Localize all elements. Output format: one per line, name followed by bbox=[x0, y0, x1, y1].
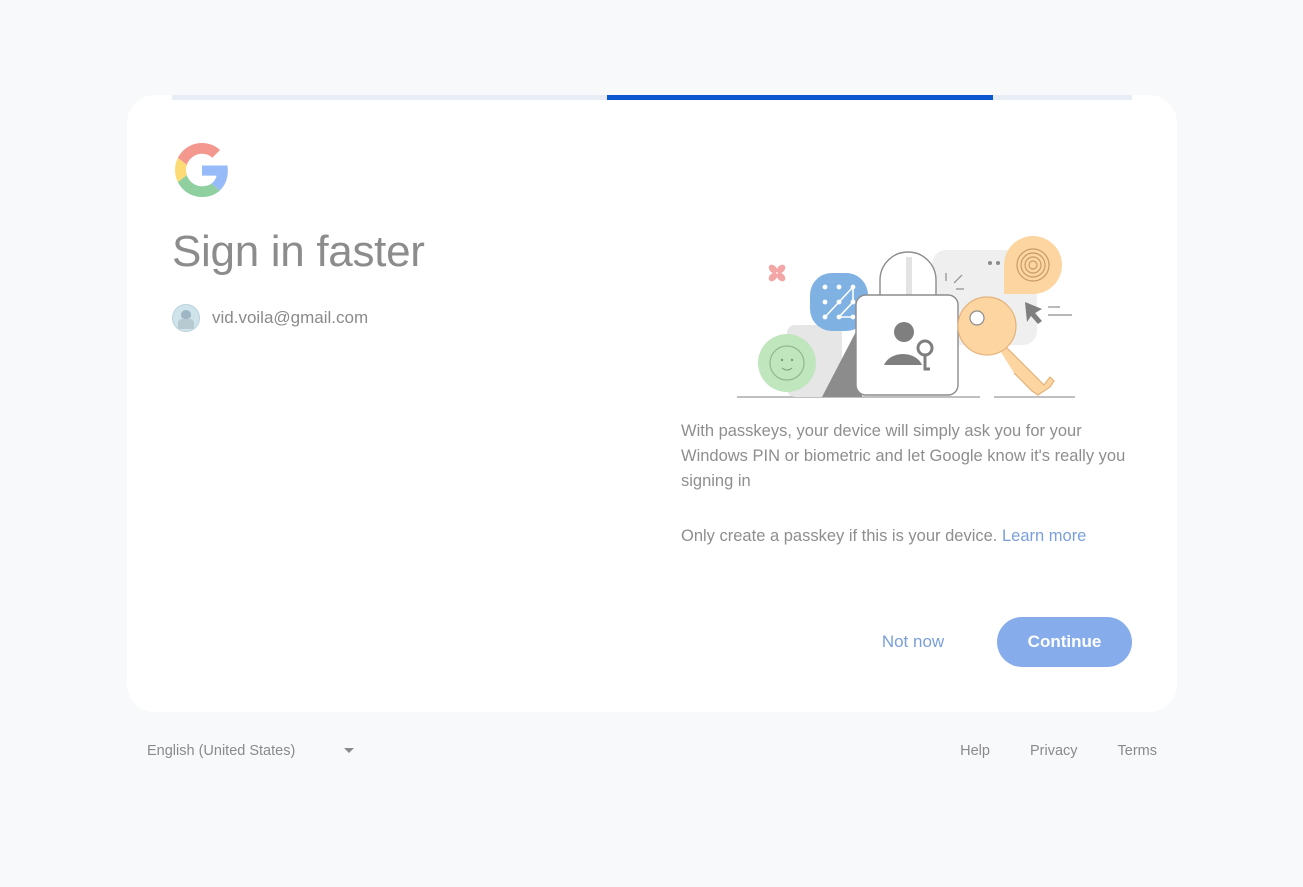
privacy-link[interactable]: Privacy bbox=[1030, 743, 1078, 759]
learn-more-link[interactable]: Learn more bbox=[1002, 527, 1086, 545]
account-chip: vid.voila@gmail.com bbox=[172, 304, 368, 332]
device-note: Only create a passkey if this is your de… bbox=[681, 524, 1086, 549]
not-now-button[interactable]: Not now bbox=[862, 617, 964, 667]
passkey-description: With passkeys, your device will simply a… bbox=[681, 422, 1126, 490]
dropdown-caret-icon bbox=[344, 748, 354, 753]
device-note-text: Only create a passkey if this is your de… bbox=[681, 527, 998, 545]
avatar bbox=[172, 304, 200, 332]
footer-links: Help Privacy Terms bbox=[920, 735, 1157, 767]
google-logo-icon bbox=[175, 143, 228, 197]
language-label: English (United States) bbox=[147, 743, 296, 759]
continue-button[interactable]: Continue bbox=[997, 617, 1132, 667]
account-email: vid.voila@gmail.com bbox=[212, 308, 369, 327]
progress-track bbox=[172, 95, 1132, 100]
terms-link[interactable]: Terms bbox=[1118, 743, 1157, 759]
progress-indicator bbox=[607, 95, 993, 100]
page-title: Sign in faster bbox=[172, 227, 425, 276]
passkey-illustration bbox=[737, 236, 1075, 398]
footer: English (United States) Help Privacy Ter… bbox=[127, 735, 1177, 767]
help-link[interactable]: Help bbox=[960, 743, 990, 759]
sign-in-card: Sign in faster vid.voila@gmail.com With … bbox=[127, 95, 1177, 712]
language-selector[interactable]: English (United States) bbox=[147, 735, 362, 767]
